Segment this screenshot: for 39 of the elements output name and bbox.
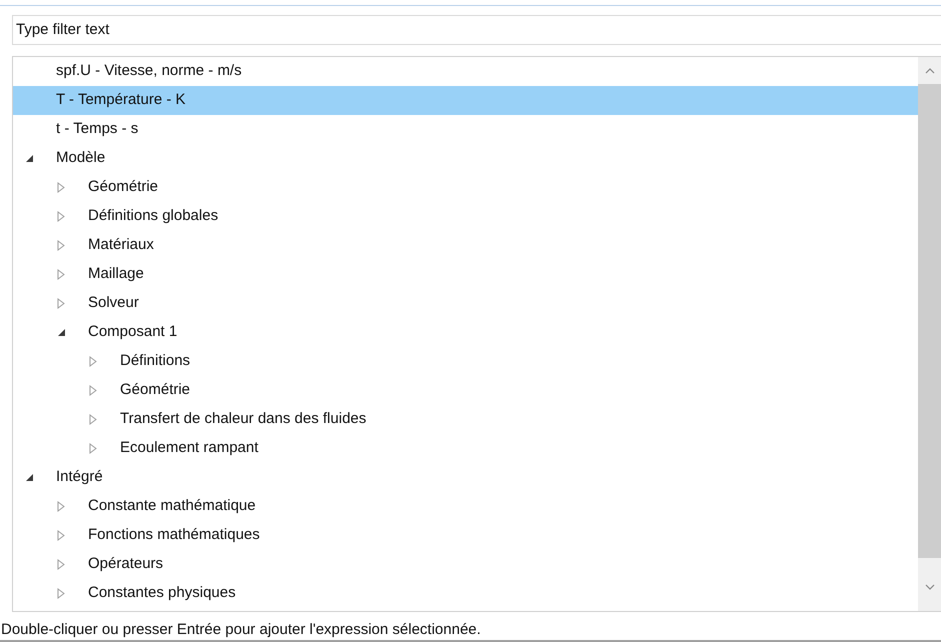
collapsed-triangle-icon[interactable] — [57, 268, 65, 280]
collapsed-triangle-icon[interactable] — [57, 298, 65, 309]
tree-item[interactable]: Maillage — [13, 260, 918, 289]
collapsed-triangle-icon[interactable] — [89, 414, 97, 425]
scroll-down-icon[interactable] — [924, 584, 934, 590]
tree-item[interactable]: Géométrie — [13, 172, 918, 202]
collapsed-triangle-icon[interactable] — [89, 356, 97, 367]
tree-item[interactable]: Ecoulement rampant — [13, 434, 918, 463]
status-text: Double-cliquer ou presser Entrée pour ajouter l'expression sélectionnée. — [1, 621, 481, 638]
collapsed-triangle-icon[interactable] — [89, 442, 97, 454]
collapsed-triangle-icon[interactable] — [57, 588, 65, 599]
tree-item[interactable]: Transfert de chaleur dans des fluides — [13, 404, 918, 434]
tree-item[interactable]: Opérateurs — [13, 550, 918, 579]
tree-item[interactable]: t - Temps - s — [13, 114, 918, 144]
tree-item[interactable]: Géométrie — [13, 376, 918, 405]
filter-field[interactable]: Type filter text — [12, 14, 941, 45]
expanded-triangle-icon[interactable] — [25, 154, 34, 163]
tree-item[interactable]: Définitions — [13, 346, 918, 376]
tree-item[interactable]: Modèle — [13, 144, 918, 173]
expanded-triangle-icon[interactable] — [25, 472, 34, 482]
collapsed-triangle-icon[interactable] — [57, 210, 65, 222]
tree-item[interactable]: Constante mathématique — [13, 492, 918, 521]
collapsed-triangle-icon[interactable] — [57, 558, 65, 570]
collapsed-triangle-icon[interactable] — [57, 182, 65, 193]
tree-item[interactable]: spf.U - Vitesse, norme - m/s — [13, 56, 918, 86]
tree-item[interactable]: Constantes physiques — [13, 578, 918, 608]
expanded-triangle-icon[interactable] — [57, 328, 66, 337]
tree-item[interactable]: T - Température - K — [13, 86, 918, 115]
tree-item[interactable]: Définitions globales — [13, 202, 918, 231]
collapsed-triangle-icon[interactable] — [57, 530, 65, 541]
tree-item[interactable]: Composant 1 — [13, 318, 918, 347]
collapsed-triangle-icon[interactable] — [57, 240, 65, 251]
collapsed-triangle-icon[interactable] — [57, 500, 65, 512]
tree-item[interactable]: Fonctions mathématiques — [13, 520, 918, 550]
tree-item[interactable]: Solveur — [13, 288, 918, 318]
tree-item[interactable]: Matériaux — [13, 230, 918, 260]
collapsed-triangle-icon[interactable] — [89, 384, 97, 396]
tree-item[interactable]: Intégré — [13, 462, 918, 492]
scroll-up-icon[interactable] — [924, 68, 934, 74]
